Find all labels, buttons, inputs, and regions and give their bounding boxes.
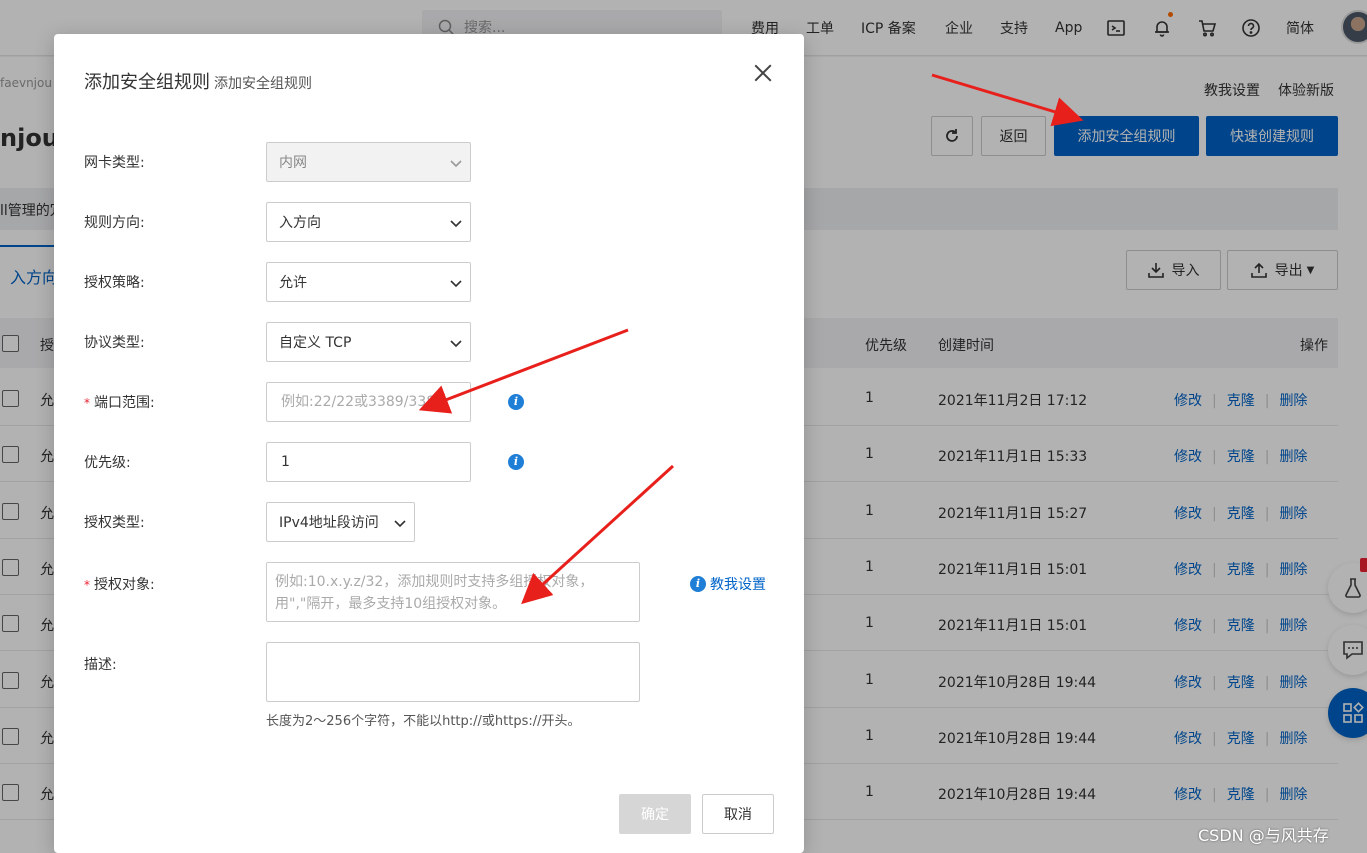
protocol-label: 协议类型: (84, 335, 145, 351)
dialog-title-text: 添加安全组规则 (84, 72, 210, 93)
policy-label: 授权策略: (84, 275, 145, 291)
watermark: CSDN @与风共存 (1198, 826, 1329, 845)
priority-label: 优先级: (84, 455, 131, 471)
auth-object-label-text: 授权对象: (94, 577, 155, 593)
protocol-value: 自定义 TCP (279, 335, 352, 351)
policy-value: 允许 (279, 275, 307, 291)
cancel-button[interactable]: 取消 (702, 794, 774, 834)
dialog-title: 添加安全组规则 添加安全组规则 (84, 68, 312, 94)
port-range-label: * 端口范围: (84, 392, 155, 412)
port-range-label-text: 端口范围: (94, 395, 155, 411)
policy-select[interactable]: 允许 (266, 262, 471, 302)
nic-type-value: 内网 (279, 155, 307, 171)
required-mark: * (84, 578, 90, 592)
port-range-input[interactable] (266, 382, 471, 422)
direction-label: 规则方向: (84, 215, 145, 231)
auth-type-label: 授权类型: (84, 515, 145, 531)
help-setup-label: 教我设置 (710, 577, 766, 593)
direction-value: 入方向 (279, 215, 321, 231)
auth-type-value: IPv4地址段访问 (279, 515, 379, 531)
auth-type-select[interactable]: IPv4地址段访问 (266, 502, 415, 542)
required-mark: * (84, 396, 90, 410)
add-rule-dialog: 添加安全组规则 添加安全组规则 网卡类型: 内网 规则方向: 入方向 授权策略: … (54, 34, 804, 853)
nic-type-select: 内网 (266, 142, 471, 182)
confirm-button[interactable]: 确定 (619, 794, 691, 834)
auth-object-textarea[interactable] (266, 562, 640, 622)
protocol-select[interactable]: 自定义 TCP (266, 322, 471, 362)
info-icon: i (690, 576, 706, 592)
auth-object-label: * 授权对象: (84, 574, 155, 594)
info-icon[interactable]: i (508, 394, 524, 410)
chevron-down-icon (450, 340, 462, 348)
chevron-down-icon (450, 220, 462, 228)
help-setup-link[interactable]: i 教我设置 (690, 574, 766, 594)
description-hint: 长度为2～256个字符，不能以http://或https://开头。 (266, 714, 581, 729)
chevron-down-icon (450, 160, 462, 168)
priority-input[interactable] (266, 442, 471, 482)
description-label: 描述: (84, 657, 117, 673)
close-icon[interactable] (752, 62, 774, 84)
chevron-down-icon (450, 280, 462, 288)
nic-type-label: 网卡类型: (84, 155, 145, 171)
chevron-down-icon (394, 520, 406, 528)
dialog-subtitle: 添加安全组规则 (214, 76, 312, 92)
description-textarea[interactable] (266, 642, 640, 702)
direction-select[interactable]: 入方向 (266, 202, 471, 242)
info-icon[interactable]: i (508, 454, 524, 470)
